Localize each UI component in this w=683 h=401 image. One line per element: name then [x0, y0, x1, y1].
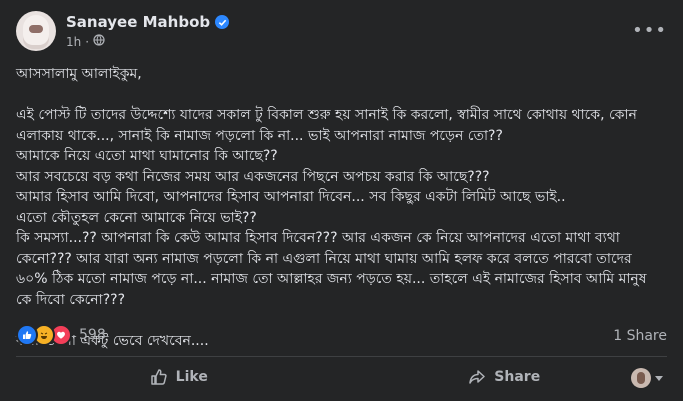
globe-icon[interactable]	[93, 34, 105, 49]
share-label: Share	[494, 369, 541, 385]
author-info: Sanayee Mahbob 1h ·	[66, 13, 230, 49]
share-icon	[469, 370, 486, 384]
reaction-count[interactable]: 598	[79, 327, 106, 343]
share-button[interactable]: Share	[342, 360, 668, 394]
like-button[interactable]: Like	[16, 360, 342, 394]
author-name[interactable]: Sanayee Mahbob	[66, 13, 210, 31]
post-card: Sanayee Mahbob 1h · ••• আসসালামু আলাইকুম…	[0, 0, 683, 401]
share-count[interactable]: 1 Share	[613, 328, 667, 344]
post-time[interactable]: 1h	[66, 35, 81, 49]
reaction-summary[interactable]: 598	[16, 324, 106, 346]
post-line: কি সমস্যা...?? আপনারা কি কেউ আমার হিসাব …	[16, 230, 647, 308]
action-bar: Like Share	[16, 360, 667, 394]
post-line: আমার হিসাব আমি দিবো, আপনাদের হিসাব আপনার…	[16, 189, 566, 205]
post-line: এই পোস্ট টি তাদের উদ্দেশ্যে যাদের সকাল ট…	[16, 107, 637, 144]
post-line: আর সবচেয়ে বড় কথা নিজের সময় আর একজনের …	[16, 168, 490, 185]
post-line: এতো কৌতুহল কেনো আমাকে নিয়ে ভাই??	[16, 209, 257, 226]
post-line-spacer	[16, 310, 666, 331]
author-name-row: Sanayee Mahbob	[66, 13, 230, 31]
post-line-spacer	[16, 85, 666, 106]
like-label: Like	[175, 369, 208, 385]
post-line: আসসালামু আলাইকুম,	[16, 66, 142, 82]
post-header: Sanayee Mahbob 1h ·	[16, 11, 230, 51]
post-line: কথা গুলো একটু ভেবে দেখবেন....	[16, 332, 209, 349]
post-line: আমাকে নিয়ে এতো মাথা ঘামানোর কি আছে??	[16, 148, 278, 164]
post-meta: 1h ·	[66, 34, 229, 49]
author-avatar[interactable]	[16, 11, 56, 51]
like-reaction-icon	[16, 324, 38, 346]
chevron-down-icon	[655, 375, 663, 381]
actions-divider	[16, 356, 667, 357]
meta-separator: ·	[85, 34, 90, 49]
viewer-switcher[interactable]	[631, 368, 663, 388]
more-options-icon[interactable]: •••	[632, 20, 667, 41]
viewer-avatar	[631, 368, 651, 388]
like-icon	[150, 369, 167, 385]
post-body: আসসালামু আলাইকুম, এই পোস্ট টি তাদের উদ্দ…	[16, 64, 666, 351]
avatar-face-shape	[29, 25, 43, 33]
verified-badge-icon	[215, 15, 230, 29]
